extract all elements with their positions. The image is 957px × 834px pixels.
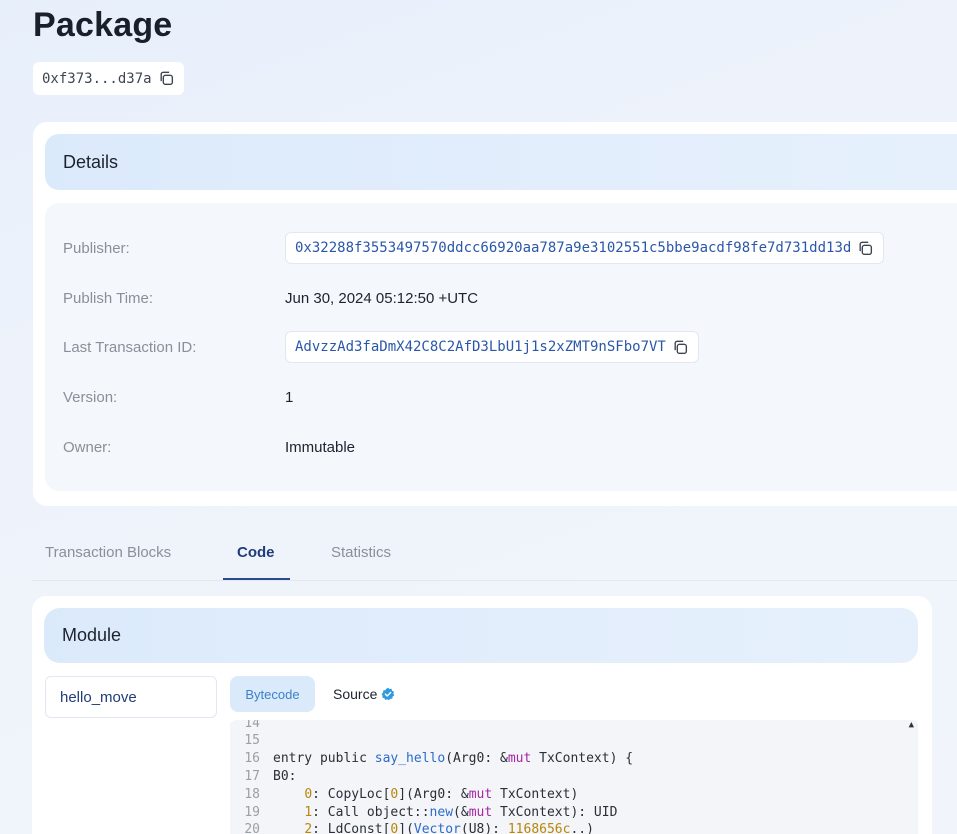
- copy-icon[interactable]: [857, 240, 874, 257]
- function-name: new: [429, 805, 454, 820]
- tab-transaction-blocks[interactable]: Transaction Blocks: [45, 544, 171, 561]
- keyword: mut: [507, 751, 532, 766]
- detail-label: Owner:: [63, 438, 112, 456]
- source-toggle[interactable]: Source: [333, 676, 395, 712]
- version-value: 1: [285, 388, 294, 406]
- detail-row-version: Version: 1: [45, 377, 957, 417]
- keyword: mut: [468, 787, 493, 802]
- bytecode-toggle[interactable]: Bytecode: [230, 676, 315, 712]
- code-viewer[interactable]: ▲ 14 15 16 entry public say_hello(Arg0: &…: [230, 720, 918, 834]
- tab-statistics[interactable]: Statistics: [331, 544, 391, 561]
- code-line: 19 1: Call object::new(&mut TxContext): …: [230, 805, 617, 823]
- code-text: ..): [570, 822, 594, 834]
- copy-icon[interactable]: [672, 339, 689, 356]
- line-number: 18: [244, 787, 260, 802]
- publisher-address-link[interactable]: 0x32288f3553497570ddcc66920aa787a9e31025…: [295, 240, 851, 256]
- code-line: 17 B0:: [230, 769, 296, 787]
- last-transaction-link[interactable]: AdvzzAd3faDmX42C8C2AfD3LbU1j1s2xZMT9nSFb…: [295, 339, 666, 355]
- line-number: 17: [244, 769, 260, 784]
- detail-label: Publisher:: [63, 239, 130, 257]
- code-text: TxContext) {: [531, 751, 634, 766]
- code-line: 18 0: CopyLoc[0](Arg0: &mut TxContext): [230, 787, 578, 805]
- detail-row-last-transaction: Last Transaction ID: AdvzzAd3faDmX42C8C2…: [45, 327, 957, 367]
- copy-icon[interactable]: [158, 70, 175, 87]
- detail-label: Publish Time:: [63, 289, 154, 307]
- code-line: 16 entry public say_hello(Arg0: &mut TxCo…: [230, 751, 633, 769]
- details-header: Details: [45, 134, 957, 190]
- code-text: : Call object::: [312, 805, 430, 820]
- code-line: 14: [230, 720, 273, 734]
- module-card: Module hello_move Bytecode Source ▲ 14 1…: [32, 596, 932, 834]
- code-text: TxContext): [492, 787, 579, 802]
- code-text: ](Arg0: &: [398, 787, 469, 802]
- function-name: say_hello: [374, 751, 446, 766]
- code-text: ](: [398, 822, 414, 834]
- last-transaction-chip[interactable]: AdvzzAd3faDmX42C8C2AfD3LbU1j1s2xZMT9nSFb…: [285, 331, 699, 363]
- publisher-address-chip[interactable]: 0x32288f3553497570ddcc66920aa787a9e31025…: [285, 232, 885, 264]
- line-number: 14: [244, 720, 260, 731]
- instruction-index: 1: [304, 805, 313, 820]
- code-text: : LdConst[: [312, 822, 391, 834]
- module-name[interactable]: hello_move: [60, 689, 137, 706]
- code-line: 20 2: LdConst[0](Vector(U8): 1168656c..): [230, 822, 594, 834]
- detail-row-owner: Owner: Immutable: [45, 427, 957, 467]
- details-body: Publisher: 0x32288f3553497570ddcc66920aa…: [45, 203, 957, 491]
- scroll-up-arrow-icon[interactable]: ▲: [909, 720, 914, 730]
- code-text: : CopyLoc[: [312, 787, 391, 802]
- instruction-index: 0: [304, 787, 313, 802]
- details-card: Details Publisher: 0x32288f3553497570ddc…: [33, 122, 957, 506]
- code-text: TxContext): UID: [492, 805, 618, 820]
- owner-value: Immutable: [285, 438, 356, 456]
- detail-row-publish-time: Publish Time: Jun 30, 2024 05:12:50 +UTC: [45, 278, 957, 318]
- tab-code[interactable]: Code: [237, 544, 275, 561]
- active-tab-indicator: [223, 578, 290, 580]
- code-text: B0:: [273, 769, 297, 784]
- line-number: 15: [244, 733, 260, 748]
- verified-icon: [381, 687, 395, 701]
- module-title: Module: [62, 625, 122, 645]
- code-text: entry public: [273, 751, 375, 766]
- detail-label: Version:: [63, 388, 118, 406]
- byte-literal: 1168656c: [507, 822, 571, 834]
- package-address-chip[interactable]: 0xf373...d37a: [33, 62, 184, 95]
- tab-bar: Transaction Blocks Code Statistics: [32, 530, 957, 581]
- module-header: Module: [44, 608, 918, 663]
- line-number: 19: [244, 805, 260, 820]
- detail-row-publisher: Publisher: 0x32288f3553497570ddcc66920aa…: [45, 228, 957, 268]
- line-number: 20: [244, 822, 260, 834]
- details-title: Details: [63, 151, 119, 172]
- bytecode-label[interactable]: Bytecode: [245, 687, 299, 702]
- publish-time-value: Jun 30, 2024 05:12:50 +UTC: [285, 289, 479, 307]
- code-text: (&: [453, 805, 469, 820]
- keyword: mut: [468, 805, 493, 820]
- page-title: Package: [33, 6, 173, 44]
- module-list-item[interactable]: hello_move: [45, 676, 217, 718]
- code-text: (Arg0: &: [445, 751, 508, 766]
- line-number: 16: [244, 751, 260, 766]
- detail-label: Last Transaction ID:: [63, 338, 197, 356]
- code-text: (U8):: [460, 822, 508, 834]
- source-label[interactable]: Source: [333, 686, 377, 702]
- instruction-index: 2: [304, 822, 313, 834]
- type-name: Vector: [413, 822, 461, 834]
- package-address[interactable]: 0xf373...d37a: [42, 71, 152, 87]
- code-line: 15: [230, 733, 273, 751]
